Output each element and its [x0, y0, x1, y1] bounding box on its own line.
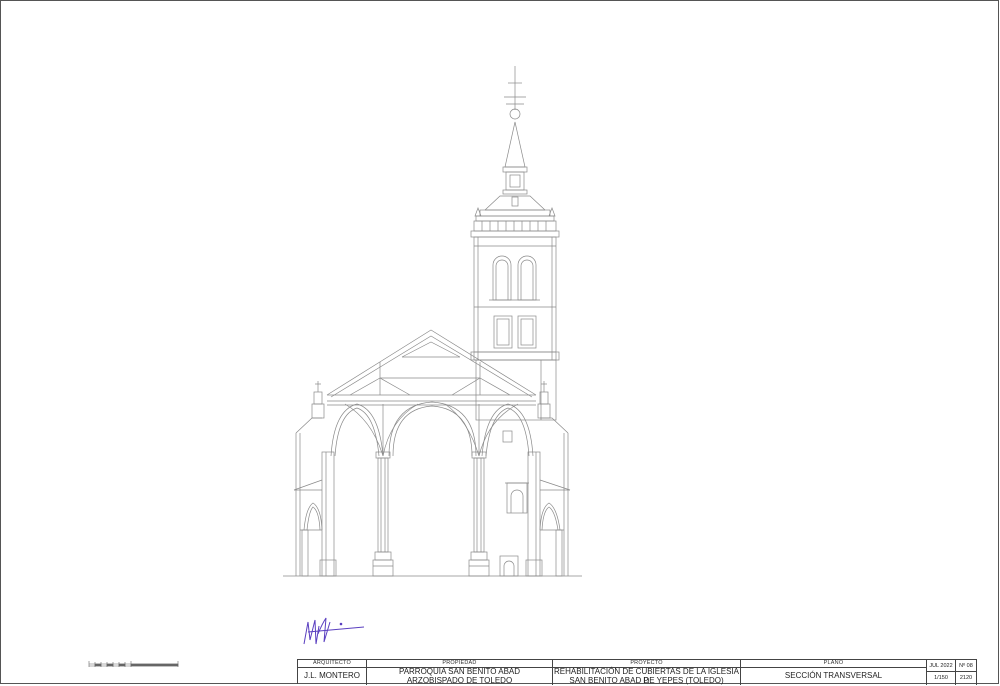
- drawing-code: 2120: [959, 675, 973, 681]
- owner-label: PROPIEDAD: [442, 660, 477, 666]
- sheet-number: Nº 08: [956, 660, 976, 672]
- architect-name: J.L. MONTERO: [303, 671, 360, 680]
- plan-label: PLANO: [823, 660, 844, 666]
- architect-signature: [303, 617, 365, 645]
- date: JUL 2022: [927, 660, 955, 672]
- scale: 1/150: [934, 675, 948, 681]
- owner-cell: PROPIEDAD PARROQUIA SAN BENITO ABAD ARZO…: [367, 660, 553, 685]
- owner-line-2: ARZOBISPADO DE TOLEDO: [406, 676, 513, 685]
- project-cell: PROYECTO REHABILITACIÓN DE CUBIERTAS DE …: [553, 660, 741, 685]
- title-block: ARQUITECTO J.L. MONTERO PROPIEDAD PARROQ…: [297, 659, 977, 685]
- architect-cell: ARQUITECTO J.L. MONTERO: [298, 660, 367, 685]
- plan-cell: PLANO SECCIÓN TRANSVERSAL: [741, 660, 927, 685]
- project-label: PROYECTO: [630, 660, 663, 666]
- architect-label: ARQUITECTO: [313, 660, 351, 666]
- number-code-cell: Nº 08 2120: [956, 660, 977, 685]
- date-scale-cell: JUL 2022 1/150: [927, 660, 956, 685]
- plan-name: SECCIÓN TRANSVERSAL: [784, 671, 883, 680]
- project-line-2: SAN BENITO ABAD DE YEPES (TOLEDO): [569, 676, 724, 685]
